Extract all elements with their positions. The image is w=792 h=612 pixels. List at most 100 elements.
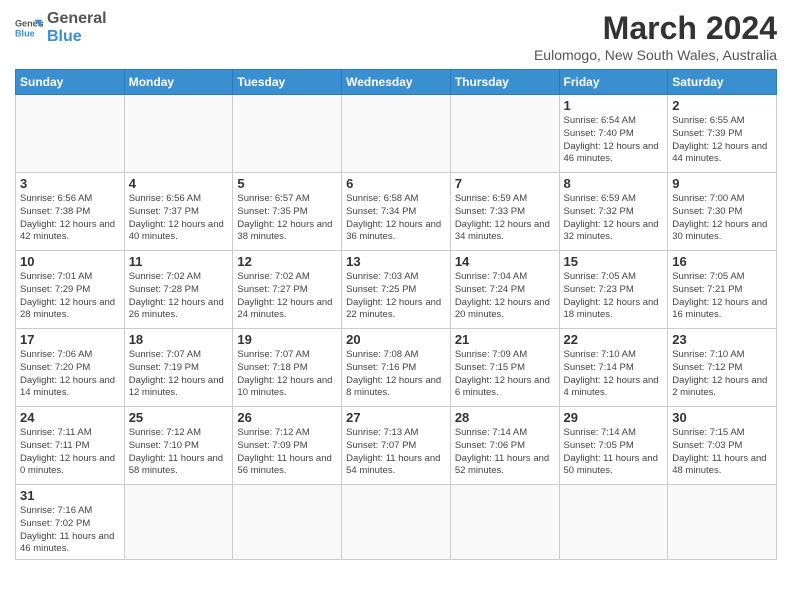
calendar-cell: 13 Sunrise: 7:03 AMSunset: 7:25 PMDayligh… — [342, 251, 451, 329]
day-info: Sunrise: 6:57 AMSunset: 7:35 PMDaylight:… — [237, 193, 337, 244]
day-info: Sunrise: 7:12 AMSunset: 7:10 PMDaylight:… — [129, 427, 229, 478]
svg-text:Blue: Blue — [15, 28, 35, 38]
calendar-cell: 4 Sunrise: 6:56 AMSunset: 7:37 PMDaylight… — [124, 173, 233, 251]
page-title: March 2024 — [534, 10, 777, 47]
calendar-cell: 9 Sunrise: 7:00 AMSunset: 7:30 PMDaylight… — [668, 173, 777, 251]
calendar-week-row: 3 Sunrise: 6:56 AMSunset: 7:38 PMDaylight… — [16, 173, 777, 251]
calendar-cell: 23 Sunrise: 7:10 AMSunset: 7:12 PMDayligh… — [668, 329, 777, 407]
calendar-cell: 3 Sunrise: 6:56 AMSunset: 7:38 PMDaylight… — [16, 173, 125, 251]
day-info: Sunrise: 6:59 AMSunset: 7:33 PMDaylight:… — [455, 193, 555, 244]
calendar-cell: 21 Sunrise: 7:09 AMSunset: 7:15 PMDayligh… — [450, 329, 559, 407]
day-number: 7 — [455, 176, 555, 191]
day-number: 20 — [346, 332, 446, 347]
day-info: Sunrise: 7:00 AMSunset: 7:30 PMDaylight:… — [672, 193, 772, 244]
day-info: Sunrise: 6:54 AMSunset: 7:40 PMDaylight:… — [564, 115, 664, 166]
day-number: 25 — [129, 410, 229, 425]
col-header-sunday: Sunday — [16, 70, 125, 95]
day-number: 29 — [564, 410, 664, 425]
calendar-cell — [124, 485, 233, 560]
day-info: Sunrise: 7:10 AMSunset: 7:14 PMDaylight:… — [564, 349, 664, 400]
calendar-cell: 7 Sunrise: 6:59 AMSunset: 7:33 PMDaylight… — [450, 173, 559, 251]
day-info: Sunrise: 7:14 AMSunset: 7:05 PMDaylight:… — [564, 427, 664, 478]
col-header-friday: Friday — [559, 70, 668, 95]
day-info: Sunrise: 6:59 AMSunset: 7:32 PMDaylight:… — [564, 193, 664, 244]
calendar-cell: 25 Sunrise: 7:12 AMSunset: 7:10 PMDayligh… — [124, 407, 233, 485]
calendar-cell: 27 Sunrise: 7:13 AMSunset: 7:07 PMDayligh… — [342, 407, 451, 485]
title-block: March 2024 Eulomogo, New South Wales, Au… — [534, 10, 777, 63]
day-info: Sunrise: 7:15 AMSunset: 7:03 PMDaylight:… — [672, 427, 772, 478]
day-number: 4 — [129, 176, 229, 191]
day-info: Sunrise: 7:09 AMSunset: 7:15 PMDaylight:… — [455, 349, 555, 400]
calendar-cell: 19Sunrise: 7:07 AMSunset: 7:18 PMDayligh… — [233, 329, 342, 407]
day-number: 27 — [346, 410, 446, 425]
day-info: Sunrise: 7:10 AMSunset: 7:12 PMDaylight:… — [672, 349, 772, 400]
day-number: 21 — [455, 332, 555, 347]
day-number: 22 — [564, 332, 664, 347]
calendar-cell: 15Sunrise: 7:05 AMSunset: 7:23 PMDayligh… — [559, 251, 668, 329]
calendar-cell: 10 Sunrise: 7:01 AMSunset: 7:29 PMDayligh… — [16, 251, 125, 329]
day-number: 31 — [20, 488, 120, 503]
calendar-cell: 16Sunrise: 7:05 AMSunset: 7:21 PMDayligh… — [668, 251, 777, 329]
calendar-cell: 30 Sunrise: 7:15 AMSunset: 7:03 PMDayligh… — [668, 407, 777, 485]
calendar-week-row: 10 Sunrise: 7:01 AMSunset: 7:29 PMDayligh… — [16, 251, 777, 329]
day-number: 17 — [20, 332, 120, 347]
calendar-week-row: 1 Sunrise: 6:54 AMSunset: 7:40 PMDaylight… — [16, 95, 777, 173]
day-info: Sunrise: 7:05 AMSunset: 7:21 PMDaylight:… — [672, 271, 772, 322]
col-header-tuesday: Tuesday — [233, 70, 342, 95]
day-number: 18 — [129, 332, 229, 347]
day-number: 5 — [237, 176, 337, 191]
calendar-cell: 5 Sunrise: 6:57 AMSunset: 7:35 PMDaylight… — [233, 173, 342, 251]
calendar-week-row: 31Sunrise: 7:16 AMSunset: 7:02 PMDayligh… — [16, 485, 777, 560]
calendar-cell — [342, 485, 451, 560]
day-info: Sunrise: 7:13 AMSunset: 7:07 PMDaylight:… — [346, 427, 446, 478]
logo-general: General — [47, 10, 107, 28]
day-number: 11 — [129, 254, 229, 269]
day-number: 30 — [672, 410, 772, 425]
calendar-cell: 6Sunrise: 6:58 AMSunset: 7:34 PMDaylight… — [342, 173, 451, 251]
calendar-cell — [450, 485, 559, 560]
col-header-thursday: Thursday — [450, 70, 559, 95]
calendar-cell — [668, 485, 777, 560]
calendar-cell: 17Sunrise: 7:06 AMSunset: 7:20 PMDayligh… — [16, 329, 125, 407]
calendar-header-row: SundayMondayTuesdayWednesdayThursdayFrid… — [16, 70, 777, 95]
col-header-saturday: Saturday — [668, 70, 777, 95]
calendar-cell: 1 Sunrise: 6:54 AMSunset: 7:40 PMDaylight… — [559, 95, 668, 173]
day-info: Sunrise: 6:56 AMSunset: 7:37 PMDaylight:… — [129, 193, 229, 244]
logo-svg: General Blue — [15, 14, 43, 42]
day-info: Sunrise: 7:12 AMSunset: 7:09 PMDaylight:… — [237, 427, 337, 478]
calendar-cell: 14 Sunrise: 7:04 AMSunset: 7:24 PMDayligh… — [450, 251, 559, 329]
calendar-cell: 11 Sunrise: 7:02 AMSunset: 7:28 PMDayligh… — [124, 251, 233, 329]
day-number: 9 — [672, 176, 772, 191]
day-number: 1 — [564, 98, 664, 113]
day-info: Sunrise: 7:01 AMSunset: 7:29 PMDaylight:… — [20, 271, 120, 322]
day-info: Sunrise: 7:11 AMSunset: 7:11 PMDaylight:… — [20, 427, 120, 478]
calendar-table: SundayMondayTuesdayWednesdayThursdayFrid… — [15, 69, 777, 560]
calendar-week-row: 24Sunrise: 7:11 AMSunset: 7:11 PMDayligh… — [16, 407, 777, 485]
calendar-cell: 31Sunrise: 7:16 AMSunset: 7:02 PMDayligh… — [16, 485, 125, 560]
logo: General Blue General Blue — [15, 10, 107, 45]
col-header-wednesday: Wednesday — [342, 70, 451, 95]
calendar-cell — [450, 95, 559, 173]
calendar-cell: 22 Sunrise: 7:10 AMSunset: 7:14 PMDayligh… — [559, 329, 668, 407]
day-info: Sunrise: 7:03 AMSunset: 7:25 PMDaylight:… — [346, 271, 446, 322]
day-info: Sunrise: 7:04 AMSunset: 7:24 PMDaylight:… — [455, 271, 555, 322]
col-header-monday: Monday — [124, 70, 233, 95]
day-number: 8 — [564, 176, 664, 191]
calendar-cell — [124, 95, 233, 173]
day-info: Sunrise: 6:55 AMSunset: 7:39 PMDaylight:… — [672, 115, 772, 166]
calendar-cell: 2Sunrise: 6:55 AMSunset: 7:39 PMDaylight… — [668, 95, 777, 173]
day-number: 19 — [237, 332, 337, 347]
day-number: 10 — [20, 254, 120, 269]
day-number: 14 — [455, 254, 555, 269]
day-number: 26 — [237, 410, 337, 425]
day-number: 23 — [672, 332, 772, 347]
day-number: 15 — [564, 254, 664, 269]
calendar-cell — [233, 485, 342, 560]
day-info: Sunrise: 6:56 AMSunset: 7:38 PMDaylight:… — [20, 193, 120, 244]
day-number: 13 — [346, 254, 446, 269]
calendar-cell — [342, 95, 451, 173]
day-number: 6 — [346, 176, 446, 191]
day-number: 3 — [20, 176, 120, 191]
day-info: Sunrise: 7:02 AMSunset: 7:28 PMDaylight:… — [129, 271, 229, 322]
day-number: 28 — [455, 410, 555, 425]
